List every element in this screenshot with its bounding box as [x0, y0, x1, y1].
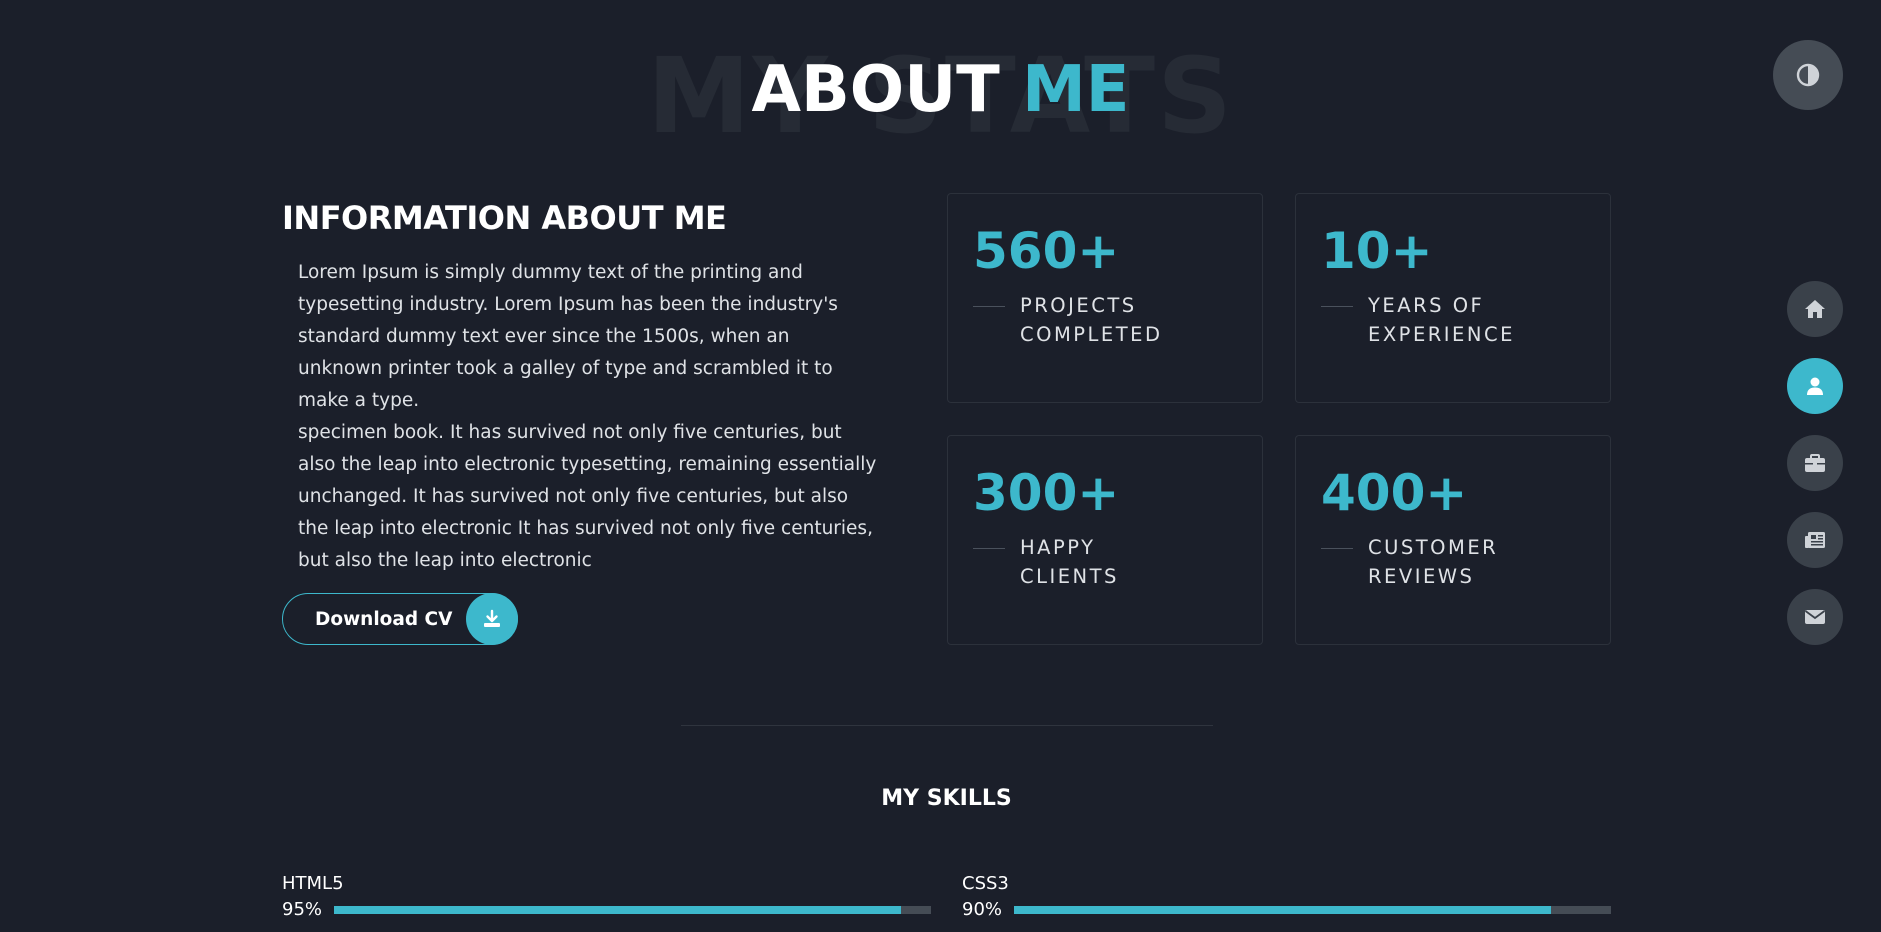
briefcase-icon [1805, 454, 1825, 472]
stat-value: 300+ [973, 464, 1120, 522]
skill-progress-track [334, 906, 931, 914]
section-heading: MY STATS ABOUT ME [0, 30, 1881, 150]
about-page: MY STATS ABOUT ME INFORMATION ABOUT ME L… [0, 0, 1881, 932]
nav-item-contact[interactable] [1787, 589, 1843, 645]
skill-progress-track [1014, 906, 1611, 914]
download-cv-label: Download CV [315, 608, 453, 630]
nav-item-home[interactable] [1787, 281, 1843, 337]
newspaper-icon [1805, 532, 1825, 548]
stat-card-reviews: 400+ CUSTOMER REVIEWS [1295, 435, 1611, 645]
nav-item-blog[interactable] [1787, 512, 1843, 568]
skill-progress-fill [1014, 906, 1552, 914]
stat-label: CUSTOMER REVIEWS [1368, 536, 1499, 588]
download-cv-button[interactable]: Download CV [282, 593, 518, 645]
download-icon-circle [466, 593, 518, 645]
stat-value: 10+ [1321, 222, 1433, 280]
info-paragraph-2: specimen book. It has survived not only … [298, 422, 877, 571]
skills-title: MY SKILLS [881, 786, 1012, 811]
home-icon [1805, 300, 1825, 318]
stat-label: PROJECTS COMPLETED [1020, 294, 1163, 346]
info-title: INFORMATION ABOUT ME [282, 199, 727, 237]
envelope-icon [1804, 610, 1826, 624]
nav-item-about[interactable] [1787, 358, 1843, 414]
side-navigation [1787, 281, 1843, 666]
stat-value: 400+ [1321, 464, 1468, 522]
stat-divider-line [1321, 306, 1353, 307]
page-title: ABOUT ME [0, 58, 1881, 122]
page-title-main: ABOUT [751, 53, 1000, 127]
nav-item-portfolio[interactable] [1787, 435, 1843, 491]
stat-card-projects: 560+ PROJECTS COMPLETED [947, 193, 1263, 403]
skill-percent: 90% [962, 899, 1003, 920]
stat-divider-line [1321, 548, 1353, 549]
stat-divider-line [973, 548, 1005, 549]
page-title-accent: ME [1022, 53, 1130, 127]
stat-label: YEARS OF EXPERIENCE [1368, 294, 1515, 346]
download-icon [484, 609, 500, 627]
info-paragraph-1: Lorem Ipsum is simply dummy text of the … [298, 262, 838, 411]
skill-name: CSS3 [962, 873, 1009, 894]
stat-card-experience: 10+ YEARS OF EXPERIENCE [1295, 193, 1611, 403]
stat-divider-line [973, 306, 1005, 307]
contrast-icon [1796, 63, 1820, 87]
theme-toggle-button[interactable] [1773, 40, 1843, 110]
user-icon [1807, 377, 1823, 395]
stat-value: 560+ [973, 222, 1120, 280]
skill-progress-fill [334, 906, 902, 914]
stat-label: HAPPY CLIENTS [1020, 536, 1119, 588]
skill-percent: 95% [282, 899, 323, 920]
stat-card-clients: 300+ HAPPY CLIENTS [947, 435, 1263, 645]
skill-name: HTML5 [282, 873, 344, 894]
section-divider [681, 725, 1213, 726]
